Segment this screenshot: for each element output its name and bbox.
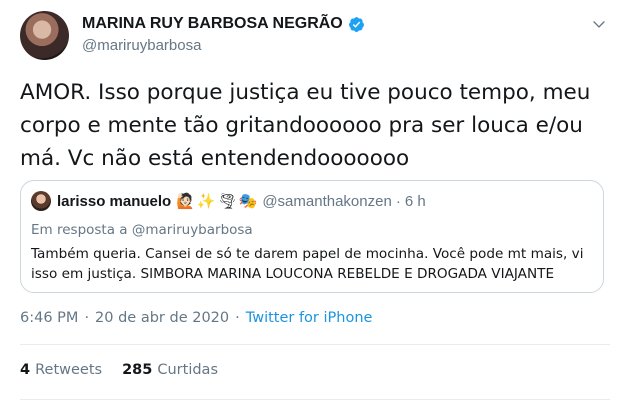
quoted-tweet-body: Também queria. Cansei de só te darem pap… [31,244,597,284]
tweet-text-line: má. Vc não está entendendooooooo [20,146,410,171]
author-names: MARINA RUY BARBOSA NEGRÃO @mariruybarbos… [82,14,365,54]
reply-context: Em resposta a @mariruybarbosa [31,222,253,238]
quoted-tweet-header: larisso manuelo 🙋🏻 ✨ 🌪 🎭 @samanthakonzen… [31,191,426,211]
tweet-text-line: corpo e mente tão gritandoooooo pra ser … [20,113,583,138]
tweet-text-line: AMOR. Isso porque justiça eu tive pouco … [20,80,591,105]
author-display-name-row[interactable]: MARINA RUY BARBOSA NEGRÃO [82,14,365,34]
chevron-down-icon [593,21,605,28]
quoted-tweet[interactable]: larisso manuelo 🙋🏻 ✨ 🌪 🎭 @samanthakonzen… [20,180,604,293]
divider [20,399,610,400]
quoted-tweet-time: 6 h [404,192,426,210]
tweet-stats: 4 Retweets 285 Curtidas [20,362,238,378]
quoted-text-line: Também queria. Cansei de só te darem pap… [31,246,584,262]
separator-dot: · [395,192,401,210]
tweet-meta: 6:46 PM · 20 de abr de 2020 · Twitter fo… [20,310,372,326]
tweet-source-link[interactable]: Twitter for iPhone [246,310,373,326]
quoted-author-handle: @samanthakonzen [262,192,392,210]
quoted-text-line: isso em justiça. SIMBORA MARINA LOUCONA … [31,266,555,282]
retweets-stat[interactable]: 4 Retweets [20,362,102,378]
retweets-label: Retweets [35,362,103,378]
verified-badge-icon [348,16,364,32]
quoted-author-avatar [31,191,51,211]
author-display-name[interactable]: MARINA RUY BARBOSA NEGRÃO [82,15,343,33]
author-handle[interactable]: @mariruybarbosa [82,37,365,54]
tweet-menu-button[interactable] [588,13,610,35]
tweet-header: MARINA RUY BARBOSA NEGRÃO @mariruybarbos… [20,11,610,61]
author-avatar[interactable] [20,11,69,60]
reply-to-handle: @mariruybarbosa [131,222,253,238]
tweet-time[interactable]: 6:46 PM [20,310,78,326]
tweet-body: AMOR. Isso porque justiça eu tive pouco … [20,76,610,175]
emoji: ✨ [196,193,216,210]
divider [20,344,610,345]
retweets-count: 4 [20,362,31,378]
tweet-date[interactable]: 20 de abr de 2020 [95,310,229,326]
quoted-author-name: larisso manuelo [57,192,172,210]
likes-count: 285 [122,362,153,378]
likes-stat[interactable]: 285 Curtidas [122,362,218,378]
reply-prefix: Em resposta a [31,222,128,238]
separator-dot: · [84,310,90,326]
emoji: 🙋🏻 [176,193,195,210]
separator-dot: · [235,310,240,326]
emoji: 🌪 [217,193,237,210]
emoji: 🎭 [238,193,258,210]
likes-label: Curtidas [157,362,218,378]
